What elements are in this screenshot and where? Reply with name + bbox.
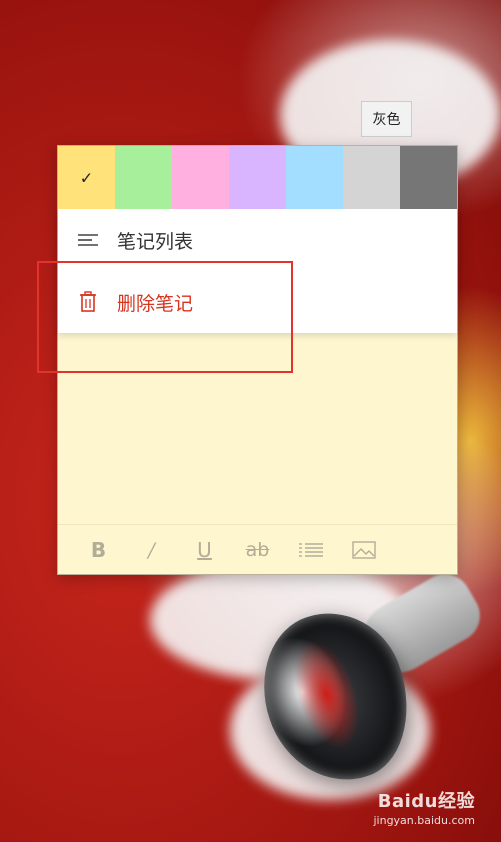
color-palette: ✓	[58, 146, 457, 209]
format-toolbar: B / U ab	[58, 524, 457, 574]
color-swatch-green[interactable]	[115, 146, 172, 209]
bold-button[interactable]: B	[72, 535, 125, 565]
watermark-brand: Baidu经验	[377, 791, 475, 813]
image-icon	[351, 540, 376, 559]
list-icon	[76, 228, 100, 252]
watermark-url: jingyan.baidu.com	[373, 813, 475, 827]
baidu-watermark: Baidu经验 jingyan.baidu.com	[373, 790, 475, 828]
color-swatch-charcoal[interactable]	[400, 146, 457, 209]
insert-image-button[interactable]	[337, 535, 390, 565]
color-swatch-yellow[interactable]: ✓	[58, 146, 115, 209]
color-tooltip: 灰色	[361, 101, 412, 137]
bullet-list-button[interactable]	[284, 535, 337, 565]
color-swatch-pink[interactable]	[172, 146, 229, 209]
bullet-list-icon	[298, 542, 323, 557]
highlight-box	[37, 261, 293, 373]
color-swatch-blue[interactable]	[286, 146, 343, 209]
color-swatch-purple[interactable]	[229, 146, 286, 209]
color-swatch-gray[interactable]	[343, 146, 400, 209]
underline-button[interactable]: U	[178, 535, 231, 565]
checkmark-icon: ✓	[79, 168, 94, 187]
italic-button[interactable]: /	[125, 535, 178, 565]
menu-item-label: 笔记列表	[117, 230, 194, 253]
strikethrough-button[interactable]: ab	[231, 535, 284, 565]
